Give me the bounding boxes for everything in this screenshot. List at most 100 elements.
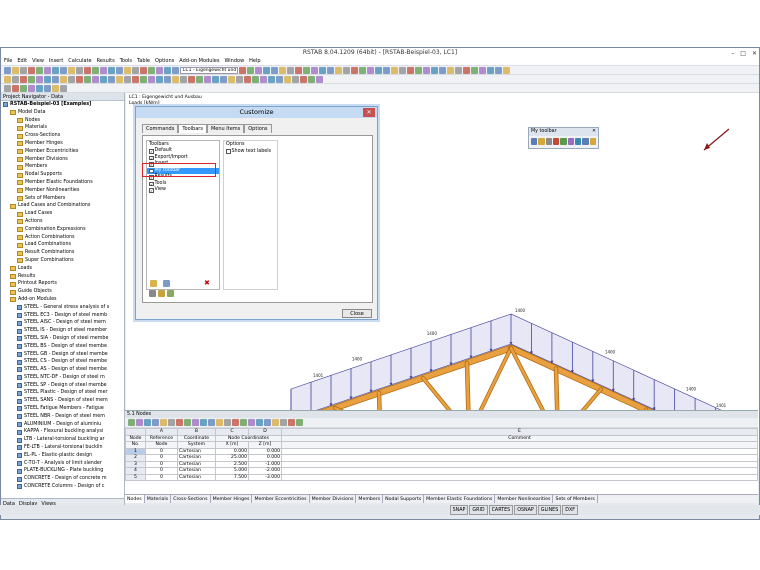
tree-item[interactable]: Actions xyxy=(1,218,124,226)
toolbar-tool-icon[interactable] xyxy=(36,75,43,83)
toolbar-tool-icon[interactable] xyxy=(92,75,99,83)
my-toolbar-tool-icon[interactable] xyxy=(589,138,596,145)
toolbar-tool-icon[interactable] xyxy=(44,84,51,92)
toolbar-tool-icon[interactable] xyxy=(68,75,75,83)
status-dxf[interactable]: DXF xyxy=(562,505,578,515)
toolbar-checkbox[interactable]: ✓ xyxy=(149,155,154,160)
tree-item[interactable]: Model Data xyxy=(1,109,124,117)
toolbar-tool-icon[interactable] xyxy=(180,75,187,83)
close-button[interactable]: Close xyxy=(342,309,372,318)
toolbar-tool-icon[interactable] xyxy=(399,66,406,74)
toolbar-tool-icon[interactable] xyxy=(343,66,350,74)
toolbar-tool-icon[interactable] xyxy=(116,75,123,83)
toolbar-checkbox[interactable]: ✓ xyxy=(149,149,154,154)
tree-item[interactable]: STEEL AS - Design of steel membe xyxy=(1,366,124,374)
table-tab-member-elastic-foundations[interactable]: Member Elastic Foundations xyxy=(424,495,496,503)
menu-view[interactable]: View xyxy=(32,58,44,64)
toolbar-tool-icon[interactable] xyxy=(367,66,374,74)
my-toolbar-tool-icon[interactable] xyxy=(574,138,582,145)
toolbar-tool-icon[interactable] xyxy=(268,75,275,83)
tree-item[interactable]: STEEL GB - Design of steel membe xyxy=(1,351,124,359)
table-tab-cross-sections[interactable]: Cross-Sections xyxy=(171,495,211,503)
tree-item[interactable]: LTB - Lateral-torsional buckling ar xyxy=(1,436,124,444)
toolbar-tool-icon[interactable] xyxy=(439,66,446,74)
toolbar-tool-icon[interactable] xyxy=(455,66,462,74)
toolbar-tool-icon[interactable] xyxy=(232,419,239,426)
menu-table[interactable]: Table xyxy=(137,58,150,64)
tree-item[interactable]: STEEL IS - Design of steel member xyxy=(1,327,124,335)
toolbar-tool-icon[interactable] xyxy=(60,84,67,92)
toolbar-tool-icon[interactable] xyxy=(463,66,470,74)
toolbar-tool-icon[interactable] xyxy=(495,66,502,74)
menu-calculate[interactable]: Calculate xyxy=(68,58,91,64)
toolbar-tool-icon[interactable] xyxy=(263,66,270,74)
toolbar-tool-icon[interactable] xyxy=(208,419,215,426)
tree-item[interactable]: Materials xyxy=(1,124,124,132)
tree-item[interactable]: Results xyxy=(1,273,124,281)
tree-item[interactable]: Super Combinations xyxy=(1,257,124,265)
tree-item[interactable]: Loads xyxy=(1,265,124,273)
tree-item[interactable]: C-TO-T - Analysis of limit slender xyxy=(1,460,124,468)
toolbar-tool-icon[interactable] xyxy=(128,419,135,426)
toolbar-tool-icon[interactable] xyxy=(164,75,171,83)
show-text-labels-checkbox[interactable] xyxy=(226,149,231,154)
toolbar-tool-icon[interactable] xyxy=(124,66,131,74)
menu-edit[interactable]: Edit xyxy=(17,58,27,64)
toolbar-tool-icon[interactable] xyxy=(28,75,35,83)
close-icon[interactable]: ✕ xyxy=(752,49,757,58)
tree-item[interactable]: Load Combinations xyxy=(1,241,124,249)
tree-item[interactable]: Member Eccentricities xyxy=(1,148,124,156)
table-tab-materials[interactable]: Materials xyxy=(145,495,172,503)
status-snap[interactable]: SNAP xyxy=(449,505,469,515)
tree-item[interactable]: KAPPA - Flexural buckling analysi xyxy=(1,428,124,436)
toolbar-tool-icon[interactable] xyxy=(20,66,27,74)
toolbar-list-item[interactable]: ✓ View xyxy=(147,187,219,194)
table-tab-nodal-supports[interactable]: Nodal Supports xyxy=(383,495,425,503)
toolbar-tool-icon[interactable] xyxy=(100,66,107,74)
toolbar-tool-icon[interactable] xyxy=(351,66,358,74)
toolbar-tool-icon[interactable] xyxy=(140,75,147,83)
toolbar-tool-icon[interactable] xyxy=(423,66,430,74)
toolbar-tool-icon[interactable] xyxy=(264,419,271,426)
tree-item[interactable]: Nodes xyxy=(1,117,124,125)
toolbar-tool-icon[interactable] xyxy=(12,66,19,74)
toolbar-tool-icon[interactable] xyxy=(327,66,334,74)
toolbar-tool-icon[interactable] xyxy=(28,66,35,74)
tree-item[interactable]: PLATE-BUCKLING - Plate buckling xyxy=(1,467,124,475)
status-osnap[interactable]: OSNAP xyxy=(514,505,537,515)
toolbar-tool-icon[interactable] xyxy=(172,75,179,83)
new-toolbar-icon[interactable] xyxy=(150,280,157,287)
tree-item[interactable]: STEEL EC3 - Design of steel memb xyxy=(1,312,124,320)
toolbar-tool-icon[interactable] xyxy=(52,84,59,92)
my-toolbar-tool-icon[interactable] xyxy=(538,138,545,145)
toolbar-tool-icon[interactable] xyxy=(359,66,366,74)
toolbar-tool-icon[interactable] xyxy=(108,66,115,74)
toolbar-checkbox[interactable]: ✓ xyxy=(149,188,154,193)
tree-item[interactable]: STEEL SANS - Design of steel mem xyxy=(1,397,124,405)
toolbar-tool-icon[interactable] xyxy=(503,66,510,74)
tree-item[interactable]: CONCRETE - Design of concrete m xyxy=(1,475,124,483)
tab-options[interactable]: Options xyxy=(244,124,272,133)
toolbar-tool-icon[interactable] xyxy=(132,75,139,83)
toolbar-tool-icon[interactable] xyxy=(44,66,51,74)
my-toolbar-tool-icon[interactable] xyxy=(560,138,567,145)
toolbar-tool-icon[interactable] xyxy=(316,75,323,83)
table-tab-member-hinges[interactable]: Member Hinges xyxy=(211,495,253,503)
help-icon[interactable] xyxy=(149,290,156,297)
toolbar-tool-icon[interactable] xyxy=(184,419,191,426)
toolbar-tool-icon[interactable] xyxy=(4,75,11,83)
tree-item[interactable]: STEEL Plastic - Design of steel mer xyxy=(1,389,124,397)
delete-toolbar-icon[interactable]: ✖ xyxy=(204,280,210,287)
toolbar-tool-icon[interactable] xyxy=(295,66,302,74)
toolbar-tool-icon[interactable] xyxy=(36,66,43,74)
tree-item[interactable]: Load Cases xyxy=(1,210,124,218)
table-tab-sets-of-members[interactable]: Sets of Members xyxy=(553,495,598,503)
toolbar-tool-icon[interactable] xyxy=(12,75,19,83)
toolbar-tool-icon[interactable] xyxy=(272,419,279,426)
table-tab-member-nonlinearities[interactable]: Member Nonlinearities xyxy=(495,495,554,503)
toolbar-tool-icon[interactable] xyxy=(116,66,123,74)
toolbar-tool-icon[interactable] xyxy=(212,75,219,83)
comment-cell[interactable] xyxy=(281,473,758,481)
toolbar-tool-icon[interactable] xyxy=(136,419,143,426)
tree-item[interactable]: RSTAB-Beispiel-03 [Examples] xyxy=(1,101,124,109)
